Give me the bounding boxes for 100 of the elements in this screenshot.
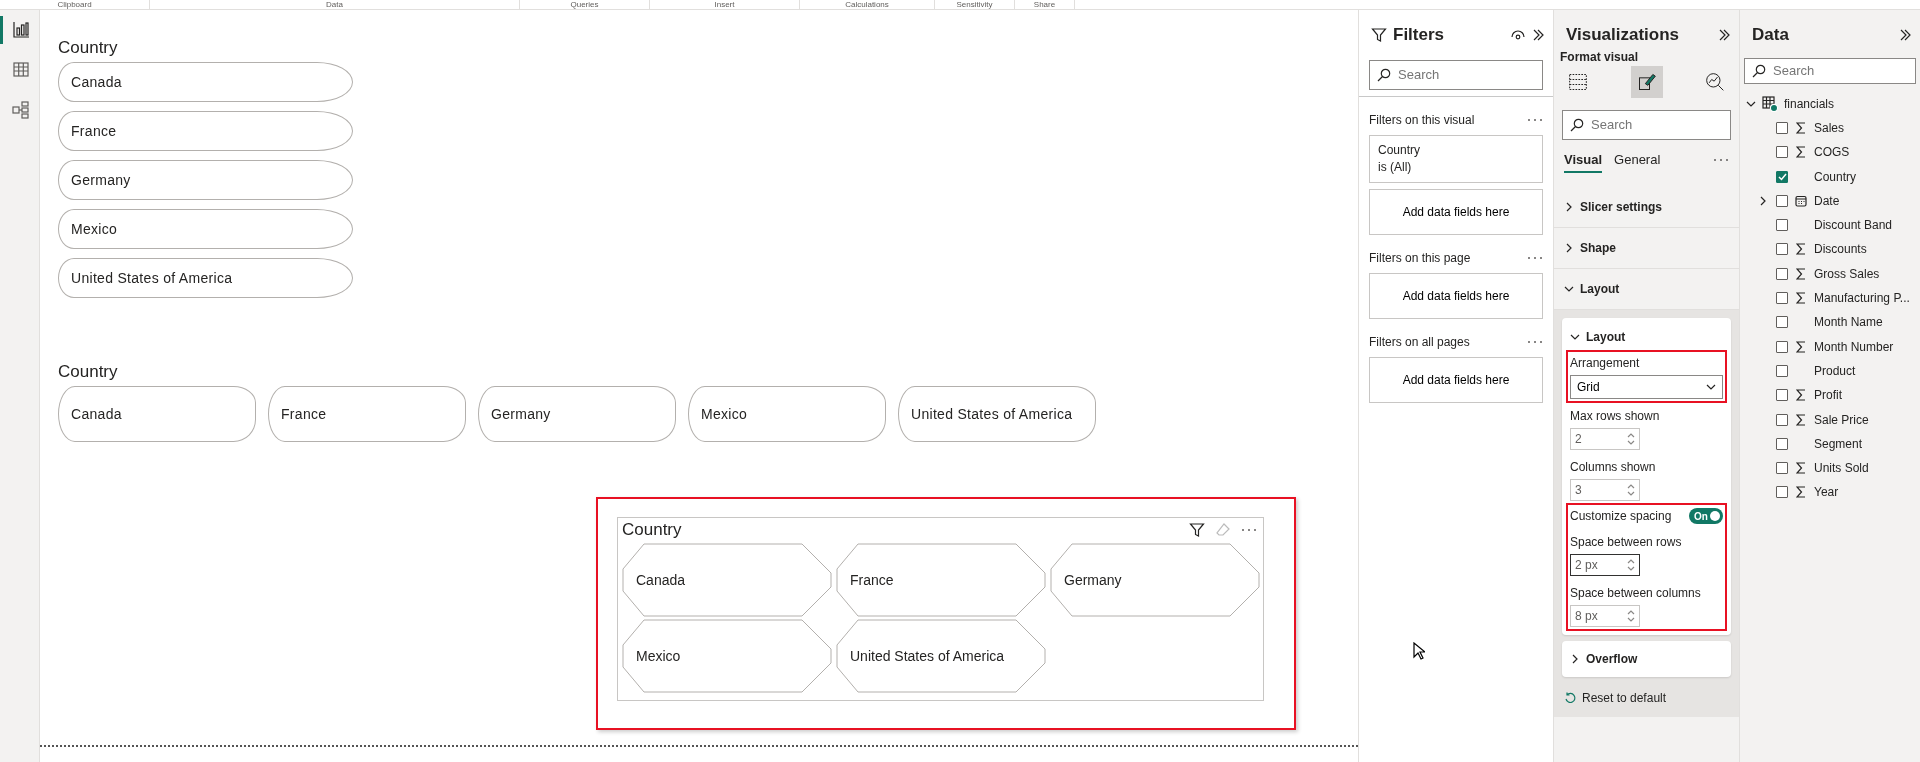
field-label: Arrangement [1570,355,1641,372]
spinner-arrows-icon[interactable] [1627,483,1635,497]
filter-card[interactable]: Country is (All) [1369,134,1543,183]
checkbox[interactable] [1776,340,1788,353]
pane-subtitle: Format visual [1559,48,1640,66]
reset-icon [1564,692,1576,704]
slicer-item[interactable]: United States of America [836,619,1046,693]
search-field[interactable]: Search [1744,57,1916,84]
reset-button[interactable]: Reset to default [1554,683,1739,713]
field-name[interactable]: Profit [1814,386,1842,405]
table-view-icon[interactable] [12,61,30,79]
slicer-item[interactable]: Mexico [688,386,886,442]
checkbox[interactable] [1776,413,1788,426]
field-name[interactable]: Units Sold [1814,459,1869,478]
checkbox[interactable] [1776,292,1788,304]
slicer-item[interactable]: Mexico [58,209,353,249]
more-options-icon[interactable] [1713,158,1729,163]
model-view-icon[interactable] [12,101,30,119]
drop-zone[interactable]: Add data fields here [1369,356,1543,403]
slicer-item[interactable]: United States of America [898,386,1096,442]
ribbon-group-label: Calculations [800,0,935,9]
search-icon [1377,67,1391,82]
section-title: Filters on this page [1369,249,1471,267]
report-view-icon[interactable] [12,21,30,39]
section-header[interactable]: Shape [1554,228,1739,269]
field-name[interactable]: Month Number [1814,337,1894,356]
slicer-item[interactable]: Germany [478,386,676,442]
field-name[interactable]: COGS [1814,143,1850,162]
slicer-item[interactable]: France [58,111,353,151]
checkbox[interactable] [1776,194,1788,207]
drop-zone[interactable]: Add data fields here [1369,272,1543,319]
slicer-visual-frame[interactable]: Country Canada France Germany Mexico United States of America [617,517,1264,701]
drop-zone[interactable]: Add data fields here [1369,188,1543,235]
field-name[interactable]: Date [1814,191,1840,210]
collapse-icon[interactable] [1898,27,1912,42]
field-name[interactable]: Discount Band [1814,216,1893,235]
slicer-item[interactable]: Mexico [622,619,832,693]
filter-icon [1371,26,1387,43]
slicer-item[interactable]: Germany [58,160,353,200]
sigma-icon [1796,292,1806,304]
slicer-item[interactable]: Canada [58,62,353,102]
number-field[interactable]: 2 px [1570,554,1640,576]
field-name[interactable]: Discounts [1814,240,1867,259]
ribbon-group-label: Sensitivity [935,0,1015,9]
sigma-icon [1796,486,1806,499]
field-name[interactable]: Month Name [1814,313,1883,332]
checkbox[interactable] [1776,219,1788,232]
checkbox[interactable] [1776,170,1788,183]
checkbox[interactable] [1776,462,1788,475]
pane-title: Filters [1393,24,1446,46]
eye-icon[interactable] [1511,28,1525,41]
checkbox[interactable] [1776,364,1788,377]
field-name[interactable]: Segment [1814,434,1863,453]
number-field[interactable]: 2 [1570,428,1640,450]
field-name[interactable]: Sales [1814,118,1845,137]
spinner-arrows-icon[interactable] [1627,432,1635,446]
checkbox[interactable] [1776,486,1788,499]
more-options-icon[interactable] [1241,528,1257,532]
format-tab[interactable]: General [1614,147,1661,173]
collapse-icon[interactable] [1717,27,1731,42]
chevron-right-icon[interactable] [1758,195,1768,206]
field-name[interactable]: Gross Sales [1814,264,1880,283]
number-field[interactable]: 8 px [1570,605,1640,627]
checkbox[interactable] [1776,389,1788,402]
search-field[interactable]: Search [1562,109,1731,140]
spinner-arrows-icon[interactable] [1627,558,1635,572]
slicer-item[interactable]: Canada [58,386,256,442]
spinner-arrows-icon[interactable] [1627,609,1635,623]
field-name[interactable]: Product [1814,361,1856,380]
field-name[interactable]: Manufacturing P... [1814,289,1910,307]
field-name[interactable]: Country [1814,167,1857,186]
checkbox[interactable] [1776,121,1788,134]
more-options-icon[interactable] [1527,255,1543,260]
search-field[interactable]: Search [1369,59,1543,90]
field-label: Max rows shown [1570,408,1661,425]
collapse-icon[interactable] [1531,27,1545,42]
arrangement-dropdown[interactable]: Grid [1570,375,1723,399]
sigma-icon [1796,340,1806,353]
toggle-switch[interactable]: On [1689,508,1723,524]
slicer-title: Country [622,520,682,540]
ribbon-group-label: Queries [520,0,650,9]
field-name[interactable]: Year [1814,483,1839,502]
card-header[interactable]: Layout [1570,322,1723,352]
slicer-item[interactable]: Canada [622,543,832,617]
field-name[interactable]: Sale Price [1814,410,1869,429]
number-field[interactable]: 3 [1570,479,1640,501]
slicer-item[interactable]: France [268,386,466,442]
format-tab[interactable]: Visual [1564,147,1603,173]
checkbox[interactable] [1776,437,1788,450]
checkbox[interactable] [1776,316,1788,329]
section-header[interactable]: Slicer settings [1554,187,1739,228]
table-name[interactable]: financials [1784,94,1835,113]
slicer-item[interactable]: France [836,543,1046,617]
slicer-item[interactable]: United States of America [58,258,353,298]
more-options-icon[interactable] [1527,117,1543,122]
checkbox[interactable] [1776,243,1788,256]
checkbox[interactable] [1776,146,1788,159]
checkbox[interactable] [1776,267,1788,280]
more-options-icon[interactable] [1527,339,1543,344]
slicer-item[interactable]: Germany [1050,543,1260,617]
